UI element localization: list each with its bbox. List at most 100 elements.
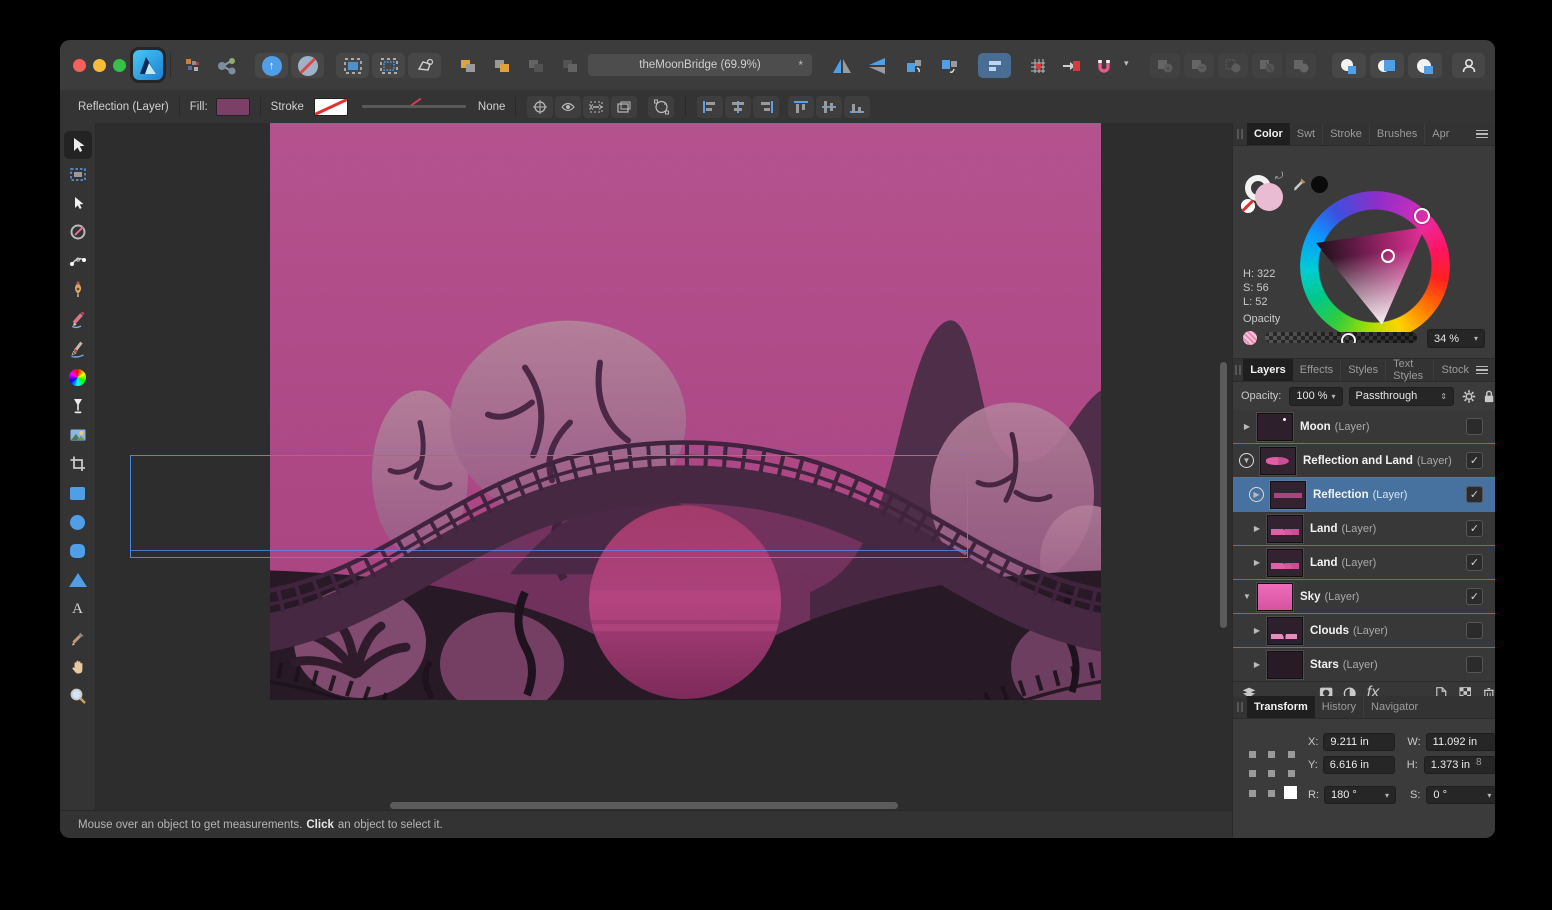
h-field[interactable]: 1.373 in: [1424, 756, 1495, 774]
y-field[interactable]: 6.616 in: [1323, 756, 1395, 774]
layer-row-moon[interactable]: ▶ Moon (Layer): [1233, 410, 1495, 444]
align-middle-button[interactable]: [816, 96, 842, 118]
transform-origin-button[interactable]: [527, 96, 553, 118]
insert-on-top-button[interactable]: [1370, 53, 1404, 78]
stroke-width-slider[interactable]: [362, 105, 466, 108]
node-link-icon[interactable]: [212, 53, 242, 78]
boolean-intersect-button[interactable]: [1218, 53, 1248, 78]
flip-horizontal-button[interactable]: [826, 53, 858, 78]
close-button[interactable]: [73, 59, 86, 72]
move-forward-button[interactable]: [452, 53, 484, 78]
tab-text-styles[interactable]: Text Styles: [1386, 359, 1434, 381]
visibility-checkbox[interactable]: ✓: [1466, 554, 1483, 571]
stroke-width-value[interactable]: None: [478, 101, 506, 113]
panel-menu-icon[interactable]: [1476, 130, 1488, 139]
visibility-checkbox[interactable]: ✓: [1466, 520, 1483, 537]
tab-color[interactable]: Color: [1247, 123, 1290, 145]
x-field[interactable]: 9.211 in: [1323, 733, 1395, 751]
transparency-tool[interactable]: [64, 392, 92, 420]
layer-row-reflection[interactable]: ▶ Reflection (Layer) ✓: [1233, 478, 1495, 512]
artboard-tool[interactable]: [64, 160, 92, 188]
align-center-button[interactable]: [725, 96, 751, 118]
rounded-rectangle-tool[interactable]: [64, 537, 92, 565]
layer-row-land-2[interactable]: ▶ Land (Layer) ✓: [1233, 546, 1495, 580]
fill-gradient-tool[interactable]: [64, 363, 92, 391]
layer-row-land[interactable]: ▶ Land (Layer) ✓: [1233, 512, 1495, 546]
fill-swatch[interactable]: [216, 98, 250, 116]
hue-ring-selector[interactable]: [1414, 208, 1430, 224]
crop-tool[interactable]: [64, 450, 92, 478]
flip-vertical-button[interactable]: [861, 53, 893, 78]
node-tool[interactable]: [64, 189, 92, 217]
panel-menu-icon[interactable]: [1476, 366, 1488, 375]
vertical-scrollbar[interactable]: [1220, 362, 1227, 628]
rotate-cw-button[interactable]: [933, 53, 965, 78]
boolean-combine-button[interactable]: [1286, 53, 1316, 78]
tab-stroke[interactable]: Stroke: [1323, 123, 1370, 145]
expand-arrow-icon[interactable]: ▶: [1241, 422, 1253, 431]
pixel-persona-button[interactable]: [291, 53, 324, 78]
marquee-grid-button[interactable]: [336, 53, 369, 78]
blend-mode-select[interactable]: Passthrough ⇕: [1349, 387, 1454, 406]
expand-arrow-icon[interactable]: ▼: [1241, 592, 1253, 601]
tab-appearance[interactable]: Apr: [1425, 123, 1456, 145]
boolean-add-button[interactable]: +: [1150, 53, 1180, 78]
rectangle-tool[interactable]: [64, 479, 92, 507]
panel-grip[interactable]: [1235, 365, 1241, 375]
canvas-viewport[interactable]: [96, 123, 1232, 810]
visibility-checkbox[interactable]: ✓: [1466, 588, 1483, 605]
vector-brush-tool[interactable]: [64, 334, 92, 362]
corner-tool[interactable]: [64, 247, 92, 275]
enable-transform-button[interactable]: [648, 96, 674, 118]
insert-target-button[interactable]: [1056, 53, 1086, 78]
opacity-slider[interactable]: [1265, 332, 1417, 343]
marquee-lasso-button[interactable]: [408, 53, 441, 78]
layer-row-clouds[interactable]: ▶ Clouds (Layer): [1233, 614, 1495, 648]
account-button[interactable]: [1452, 53, 1485, 78]
tab-layers[interactable]: Layers: [1243, 359, 1292, 381]
expand-arrow-icon[interactable]: ▼: [1239, 453, 1254, 468]
layer-row-sky[interactable]: ▼ Sky (Layer) ✓: [1233, 580, 1495, 614]
panel-grip[interactable]: [1235, 702, 1245, 712]
tab-transform[interactable]: Transform: [1247, 696, 1315, 718]
lock-icon[interactable]: [1483, 389, 1495, 404]
visibility-checkbox[interactable]: [1466, 418, 1483, 435]
insert-inside-button[interactable]: [1332, 53, 1366, 78]
opacity-value-box[interactable]: 34 % ▾: [1427, 329, 1485, 348]
align-right-button[interactable]: [753, 96, 779, 118]
align-bottom-button[interactable]: [844, 96, 870, 118]
r-field[interactable]: 180 ° ▾: [1324, 786, 1396, 804]
snapping-options-caret[interactable]: ▾: [1124, 58, 1129, 69]
tab-styles[interactable]: Styles: [1341, 359, 1386, 381]
tab-navigator[interactable]: Navigator: [1364, 696, 1425, 718]
zoom-tool[interactable]: [64, 682, 92, 710]
noise-toggle-icon[interactable]: [1243, 331, 1257, 345]
eyedropper-icon[interactable]: [1291, 175, 1309, 193]
panel-grip[interactable]: [1235, 129, 1245, 139]
expand-arrow-icon[interactable]: ▶: [1249, 487, 1264, 502]
anchor-point-selector[interactable]: [1249, 751, 1295, 797]
w-field[interactable]: 11.092 in: [1426, 733, 1495, 751]
secondary-color-swatch[interactable]: [1311, 176, 1328, 193]
no-color-icon[interactable]: [1241, 199, 1255, 213]
triangle-tool[interactable]: [64, 566, 92, 594]
move-backward-button[interactable]: [486, 53, 518, 78]
show-handles-button[interactable]: [583, 96, 609, 118]
align-top-button[interactable]: [788, 96, 814, 118]
visibility-checkbox[interactable]: [1466, 622, 1483, 639]
expand-arrow-icon[interactable]: ▶: [1251, 524, 1263, 533]
document-title[interactable]: theMoonBridge (69.9%) *: [588, 54, 812, 76]
tab-stock[interactable]: Stock: [1434, 359, 1476, 381]
swap-colors-icon[interactable]: ⤾: [1275, 171, 1283, 182]
expand-arrow-icon[interactable]: ▶: [1251, 626, 1263, 635]
selection-bounding-box[interactable]: [130, 455, 968, 558]
layers-opacity-value[interactable]: 100 % ▾: [1289, 387, 1342, 406]
minimize-button[interactable]: [93, 59, 106, 72]
insert-behind-button[interactable]: [1408, 53, 1442, 78]
expand-arrow-icon[interactable]: ▶: [1251, 558, 1263, 567]
tab-history[interactable]: History: [1315, 696, 1364, 718]
designer-persona-button[interactable]: ↑: [255, 53, 288, 78]
move-tool[interactable]: [64, 131, 92, 159]
visibility-checkbox[interactable]: [1466, 656, 1483, 673]
stroke-fill-selector[interactable]: ⤾: [1245, 175, 1287, 217]
